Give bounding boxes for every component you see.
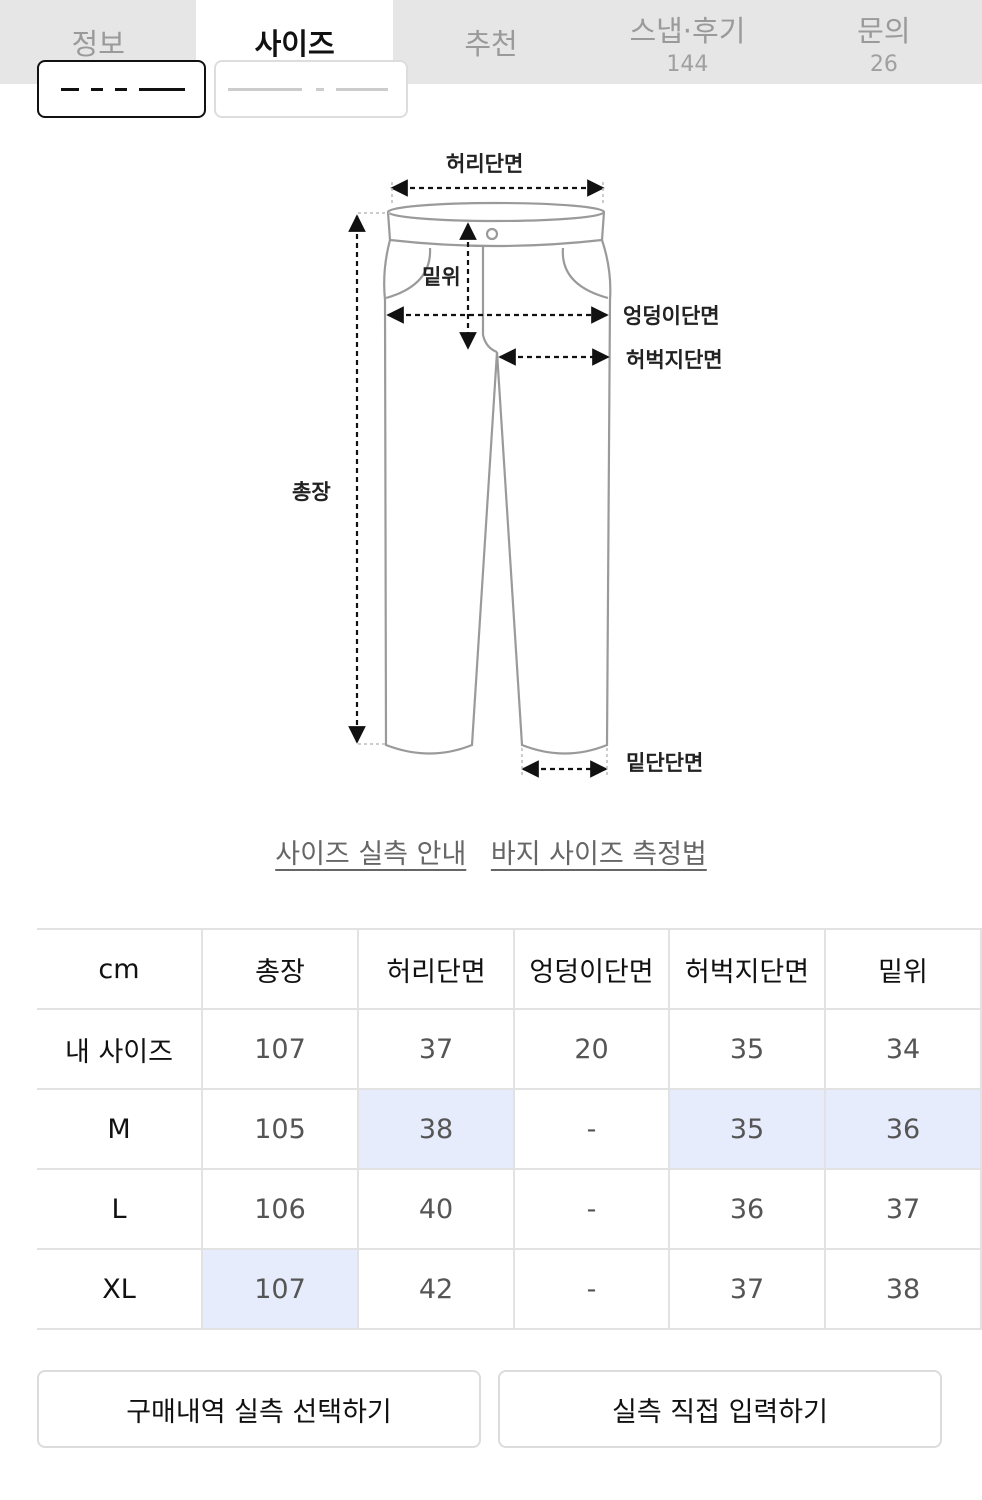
table-cell: - — [513, 1168, 670, 1250]
table-cell-highlighted: 107 — [201, 1248, 359, 1330]
row-label: XL — [37, 1248, 203, 1330]
table-cell: 37 — [357, 1008, 515, 1090]
table-row-my-size: 내 사이즈 107 37 20 35 34 — [37, 1008, 982, 1090]
table-row-m: M 105 38 - 35 36 — [37, 1088, 982, 1170]
tab-inquiry[interactable]: 문의 26 — [786, 0, 982, 84]
header-cell: 허리단면 — [357, 928, 515, 1010]
size-mode-button-selected[interactable] — [37, 60, 206, 118]
header-cell: 밑위 — [824, 928, 982, 1010]
guide-links: 사이즈 실측 안내 바지 사이즈 측정법 — [0, 832, 982, 871]
total-length-label: 총장 — [292, 480, 331, 504]
table-cell: 105 — [201, 1088, 359, 1170]
table-cell: 40 — [357, 1168, 515, 1250]
table-row-l: L 106 40 - 36 37 — [37, 1168, 982, 1250]
tab-label: 추천 — [464, 27, 518, 61]
table-cell: 36 — [668, 1168, 826, 1250]
table-cell-highlighted: 38 — [357, 1088, 515, 1170]
hip-label: 엉덩이단면 — [623, 304, 720, 328]
table-cell: 38 — [824, 1248, 982, 1330]
table-header-row: cm 총장 허리단면 엉덩이단면 허벅지단면 밑위 — [37, 928, 982, 1010]
tab-label: 정보 — [71, 27, 125, 61]
rise-label: 밑위 — [422, 265, 461, 289]
header-cell: cm — [37, 928, 203, 1010]
header-cell: 총장 — [201, 928, 359, 1010]
table-cell: 20 — [513, 1008, 670, 1090]
table-cell: - — [513, 1088, 670, 1170]
table-cell: 35 — [668, 1008, 826, 1090]
tab-label: 스냅·후기 — [629, 13, 746, 48]
pants-measure-link[interactable]: 바지 사이즈 측정법 — [491, 839, 707, 870]
table-row-xl: XL 107 42 - 37 38 — [37, 1248, 982, 1330]
tab-recommend[interactable]: 추천 — [393, 0, 589, 84]
size-table: cm 총장 허리단면 엉덩이단면 허벅지단면 밑위 내 사이즈 107 37 2… — [37, 928, 982, 1330]
table-cell: 34 — [824, 1008, 982, 1090]
tab-label: 사이즈 — [254, 27, 335, 61]
pants-illustration — [348, 179, 612, 778]
header-cell: 엉덩이단면 — [513, 928, 670, 1010]
row-label: M — [37, 1088, 203, 1170]
thigh-label: 허벅지단면 — [626, 348, 723, 372]
table-cell-highlighted: 35 — [668, 1088, 826, 1170]
table-cell-highlighted: 36 — [824, 1088, 982, 1170]
row-label: 내 사이즈 — [37, 1008, 203, 1090]
header-cell: 허벅지단면 — [668, 928, 826, 1010]
size-mode-button[interactable] — [214, 60, 408, 118]
table-cell: 37 — [824, 1168, 982, 1250]
waist-label: 허리단면 — [446, 152, 524, 176]
pants-measurement-diagram: 허리단면 밑위 엉덩이단면 허벅지단면 총장 밑단단면 — [0, 120, 982, 800]
tab-snap-review[interactable]: 스냅·후기 144 — [589, 0, 785, 84]
size-guide-link[interactable]: 사이즈 실측 안내 — [275, 839, 466, 870]
inquiry-count: 26 — [869, 51, 898, 77]
row-label: L — [37, 1168, 203, 1250]
table-cell: 106 — [201, 1168, 359, 1250]
table-cell: 42 — [357, 1248, 515, 1330]
hem-label: 밑단단면 — [626, 751, 704, 775]
select-purchase-history-button[interactable]: 구매내역 실측 선택하기 — [37, 1370, 481, 1448]
tab-label: 문의 — [857, 13, 911, 48]
manual-input-button[interactable]: 실측 직접 입력하기 — [498, 1370, 942, 1448]
table-cell: 37 — [668, 1248, 826, 1330]
review-count: 144 — [666, 51, 709, 77]
table-cell: - — [513, 1248, 670, 1330]
table-cell: 107 — [201, 1008, 359, 1090]
